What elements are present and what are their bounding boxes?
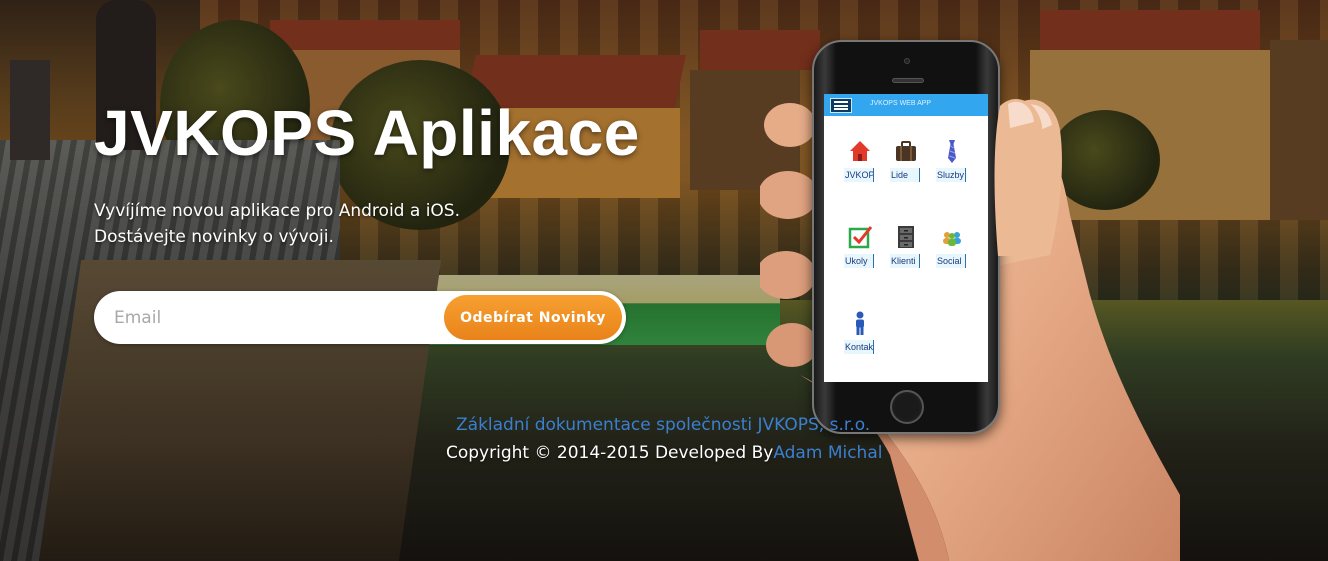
author-link[interactable]: Adam Michal: [773, 443, 882, 463]
checkbox-icon: [848, 226, 872, 249]
subscribe-button[interactable]: Odebírat Novinky: [444, 295, 622, 340]
tile-label: Kontakt: [844, 340, 874, 354]
people-icon: [943, 232, 961, 246]
tile-jvkops[interactable]: JVKOPS: [840, 130, 880, 186]
tile-label: Ukoly: [844, 254, 874, 268]
thumb-illustration: [994, 98, 1044, 256]
house-icon: [850, 141, 870, 161]
subscribe-form: Odebírat Novinky: [94, 291, 626, 344]
subtitle-line-1: Vyvíjíme novou aplikace pro Android a iO…: [94, 201, 460, 221]
tile-kontakt[interactable]: Kontakt: [840, 302, 880, 358]
tile-sluzby[interactable]: Sluzby: [932, 130, 972, 186]
briefcase-icon: [896, 141, 916, 161]
tile-lide[interactable]: Lide: [886, 130, 926, 186]
tile-label: Lide: [890, 168, 920, 182]
tile-label: Klienti: [890, 254, 920, 268]
home-button[interactable]: [890, 390, 924, 424]
email-input[interactable]: [114, 303, 434, 333]
speaker-grille: [892, 78, 924, 83]
hero-subtitle: Vyvíjíme novou aplikace pro Android a iO…: [94, 198, 460, 250]
hamburger-menu-icon[interactable]: [830, 98, 852, 113]
app-title: JVKOPS WEB APP: [870, 100, 932, 107]
tile-label: JVKOPS: [844, 168, 874, 182]
documentation-link[interactable]: Základní dokumentace společnosti JVKOPS,…: [456, 415, 870, 435]
app-header: JVKOPS WEB APP: [824, 94, 988, 116]
camera-icon: [904, 58, 910, 64]
tile-ukoly[interactable]: Ukoly: [840, 216, 880, 272]
smartphone: JVKOPS WEB APP JVKOPS Lide: [812, 40, 1000, 434]
copyright-text: Copyright © 2014-2015 Developed ByAdam M…: [446, 443, 882, 463]
tile-label: Social: [936, 254, 966, 268]
tile-label: Sluzby: [936, 168, 966, 182]
copyright-label: Copyright © 2014-2015 Developed By: [446, 443, 774, 463]
tie-icon: [948, 140, 956, 163]
tile-klienti[interactable]: Klienti: [886, 216, 926, 272]
file-cabinet-icon: [898, 226, 914, 248]
tile-social[interactable]: Social: [932, 216, 972, 272]
page-title: JVKOPS Aplikace: [94, 97, 640, 169]
person-icon: [856, 311, 864, 335]
phone-screen: JVKOPS WEB APP JVKOPS Lide: [824, 94, 988, 382]
subtitle-line-2: Dostávejte novinky o vývoji.: [94, 227, 334, 247]
